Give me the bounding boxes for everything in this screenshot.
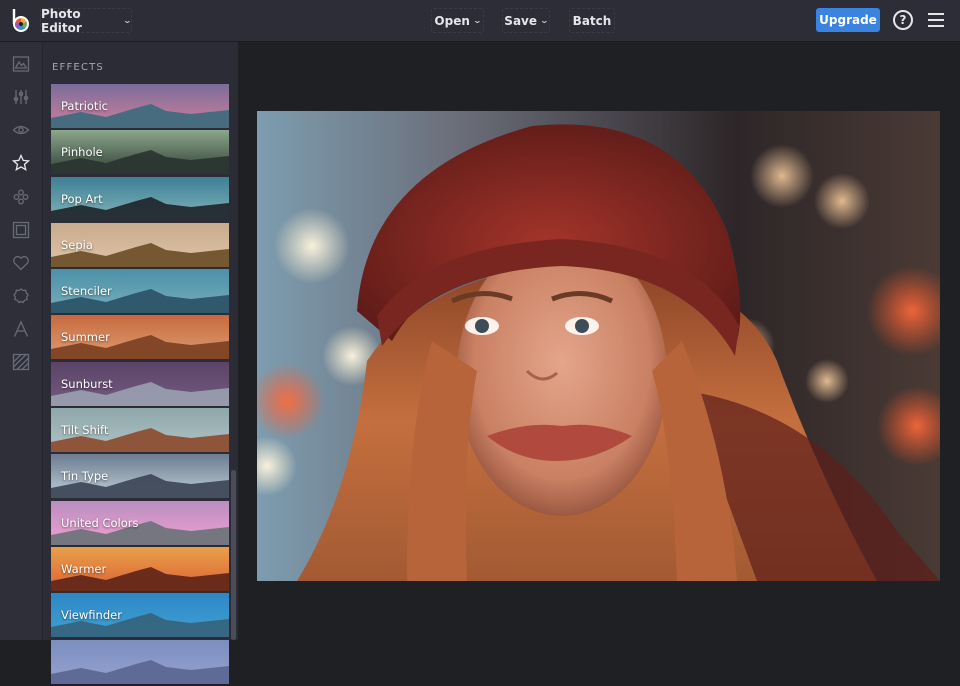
effect-label: Patriotic — [61, 99, 108, 113]
effects-list: Patriotic Pinhole Pop Art Sepia Stencile… — [51, 84, 229, 686]
effect-label: Tilt Shift — [61, 423, 109, 438]
frame-icon[interactable] — [11, 220, 31, 240]
effect-label: Viewfinder — [61, 608, 122, 623]
save-button[interactable]: Save ⌄ — [502, 8, 550, 33]
photo-editor-menu[interactable]: Photo Editor ⌄ — [40, 6, 133, 35]
hamburger-menu-icon[interactable] — [928, 13, 944, 27]
effect-item[interactable]: Warmer — [51, 546, 229, 591]
effect-item[interactable]: Patriotic — [51, 84, 229, 128]
star-icon[interactable] — [11, 153, 31, 173]
photo-editor-label: Photo Editor — [41, 6, 82, 35]
effect-item[interactable]: Tilt Shift — [51, 408, 229, 453]
chevron-down-icon: ⌄ — [472, 16, 482, 25]
effect-item[interactable]: Sunburst — [51, 361, 229, 406]
scrollbar-thumb[interactable] — [231, 470, 236, 640]
panel-title: EFFECTS — [52, 62, 104, 73]
tool-sidebar — [0, 42, 42, 640]
chevron-down-icon: ⌄ — [539, 16, 550, 25]
text-icon[interactable] — [11, 319, 31, 339]
effect-item[interactable] — [51, 639, 229, 684]
portrait-photo — [257, 111, 940, 581]
badge-icon[interactable] — [11, 286, 31, 306]
effect-item[interactable]: Tin Type — [51, 454, 229, 499]
image-icon[interactable] — [11, 54, 31, 74]
effect-label: Sepia — [61, 237, 93, 252]
sliders-icon[interactable] — [11, 87, 31, 107]
effect-label: Sunburst — [61, 376, 113, 391]
effect-label: Summer — [61, 330, 110, 345]
canvas-area — [238, 42, 960, 640]
top-toolbar: Photo Editor ⌄ Open ⌄ Save ⌄ Batch Upgra… — [0, 0, 960, 42]
photo-canvas[interactable] — [257, 111, 940, 581]
befunky-logo[interactable] — [10, 8, 34, 34]
effect-item[interactable]: Viewfinder — [51, 593, 229, 638]
effect-label: Stenciler — [61, 284, 112, 299]
chevron-down-icon: ⌄ — [122, 16, 133, 25]
texture-icon[interactable] — [11, 352, 31, 372]
save-label: Save — [504, 13, 537, 28]
open-button[interactable]: Open ⌄ — [431, 8, 484, 33]
effect-item[interactable]: Pinhole — [51, 130, 229, 175]
upgrade-button[interactable]: Upgrade — [816, 8, 880, 32]
effect-item[interactable]: Summer — [51, 315, 229, 360]
effect-item[interactable]: Pop Art — [51, 176, 229, 221]
effect-thumbnail — [51, 659, 229, 684]
help-icon[interactable]: ? — [893, 10, 913, 30]
effect-label: United Colors — [61, 515, 139, 530]
effect-item[interactable]: Sepia — [51, 222, 229, 267]
batch-label: Batch — [572, 13, 612, 28]
effect-item[interactable]: United Colors — [51, 500, 229, 545]
effect-label: Pop Art — [61, 191, 103, 206]
effect-label: Pinhole — [61, 145, 103, 160]
effects-panel: EFFECTS Patriotic Pinhole Pop Art Sepia … — [42, 42, 238, 684]
eye-icon[interactable] — [11, 120, 31, 140]
effect-item[interactable]: Stenciler — [51, 269, 229, 314]
open-label: Open — [434, 13, 470, 28]
heart-icon[interactable] — [11, 253, 31, 273]
effect-label: Tin Type — [61, 469, 109, 484]
effect-label: Warmer — [61, 561, 107, 576]
batch-button[interactable]: Batch — [569, 8, 615, 33]
flower-icon[interactable] — [11, 187, 31, 207]
